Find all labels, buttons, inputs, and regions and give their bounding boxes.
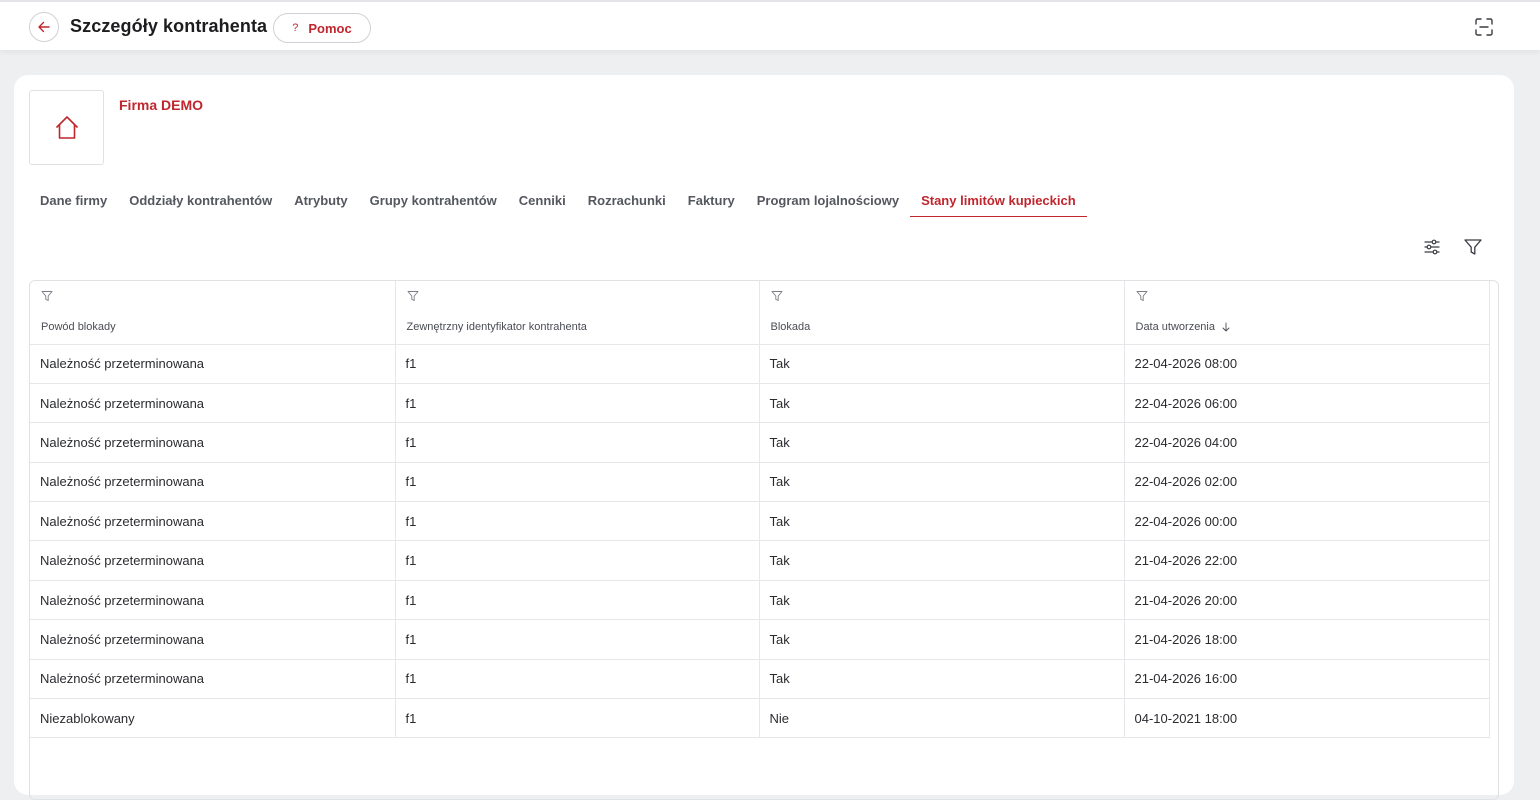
cell-external-id: f1 [395,462,760,503]
table-row[interactable]: Należność przeterminowana f1 Tak 21-04-2026… [30,659,1490,700]
company-name: Firma DEMO [119,97,204,113]
table-row[interactable]: Należność przeterminowana f1 Tak 22-04-2026… [30,462,1490,503]
table-row[interactable]: Należność przeterminowana f1 Tak 22-04-2026… [30,501,1490,542]
tab-settlements[interactable]: Rozrachunki [577,182,677,217]
cell-block: Tak [759,462,1125,503]
contractor-card: Firma DEMO Dane firmy Oddziały kontrahen… [14,75,1514,800]
page-title: Szczegóły kontrahenta [70,16,268,36]
table-row[interactable]: Należność przeterminowana f1 Tak 22-04-2026… [30,422,1490,463]
cell-created-date: 21-04-2026 22:00 [1124,540,1490,581]
fullscreen-button[interactable] [1474,17,1494,37]
cell-block: Tak [759,344,1125,384]
top-bar: Szczegóły kontrahenta ? Pomoc [0,0,1540,50]
cell-reason: Należność przeterminowana [30,659,396,700]
cell-reason: Należność przeterminowana [30,462,396,503]
tab-price-lists[interactable]: Cenniki [508,182,577,217]
table-row[interactable]: Niezablokowany f1 Nie 04-10-2021 18:00 [30,698,1490,739]
filter-button[interactable] [1462,236,1484,258]
tab-attributes[interactable]: Atrybuty [283,182,358,217]
tab-credit-limits[interactable]: Stany limitów kupieckich [910,182,1087,217]
column-label-sortable[interactable]: Data utworzenia [1136,321,1232,333]
tab-groups[interactable]: Grupy kontrahentów [359,182,508,217]
cell-created-date: 21-04-2026 16:00 [1124,659,1490,700]
column-label[interactable]: Blokada [771,321,811,333]
tab-bar: Dane firmy Oddziały kontrahentów Atrybut… [29,182,1087,218]
cell-reason: Należność przeterminowana [30,501,396,542]
cell-external-id: f1 [395,659,760,700]
column-header-created-date: Data utworzenia [1124,281,1490,345]
column-header-external-id: Zewnętrzny identyfikator kontrahenta [395,281,760,345]
table-row[interactable]: Należność przeterminowana f1 Tak 21-04-2026… [30,580,1490,621]
column-label[interactable]: Powód blokady [41,321,116,333]
cell-created-date: 22-04-2026 02:00 [1124,462,1490,503]
cell-created-date: 22-04-2026 00:00 [1124,501,1490,542]
column-filter-icon[interactable] [407,290,419,302]
question-icon: ? [292,22,299,34]
cell-block: Tak [759,619,1125,660]
cell-created-date: 04-10-2021 18:00 [1124,698,1490,739]
cell-reason: Należność przeterminowana [30,344,396,384]
table-row[interactable]: Należność przeterminowana f1 Tak 22-04-2026… [30,383,1490,424]
fullscreen-icon [1475,18,1493,36]
table-row[interactable]: Należność przeterminowana f1 Tak 21-04-2026… [30,619,1490,660]
column-filter-icon[interactable] [771,290,783,302]
cell-block: Tak [759,540,1125,581]
cell-block: Tak [759,422,1125,463]
cell-created-date: 22-04-2026 04:00 [1124,422,1490,463]
cell-reason: Niezablokowany [30,698,396,739]
help-button-label: Pomoc [308,20,352,36]
cell-created-date: 22-04-2026 08:00 [1124,344,1490,384]
cell-external-id: f1 [395,698,760,739]
cell-block: Nie [759,698,1125,739]
cell-external-id: f1 [395,344,760,384]
cell-block: Tak [759,383,1125,424]
cell-reason: Należność przeterminowana [30,540,396,581]
column-filter-icon[interactable] [41,290,53,302]
arrow-left-icon [38,21,50,33]
table-row[interactable]: Należność przeterminowana f1 Tak 21-04-2026… [30,540,1490,581]
column-header-block: Blokada [759,281,1125,345]
company-logo [29,90,104,165]
column-filter-icon[interactable] [1136,290,1148,302]
cell-external-id: f1 [395,501,760,542]
cell-created-date: 21-04-2026 20:00 [1124,580,1490,621]
arrow-down-icon [1222,322,1230,332]
credit-limits-table: Powód blokady Zewnętrzny identyfikator k… [29,280,1499,800]
house-icon [55,115,78,139]
table-header-row: Powód blokady Zewnętrzny identyfikator k… [30,281,1490,345]
sliders-icon [1424,239,1440,255]
cell-external-id: f1 [395,422,760,463]
cell-block: Tak [759,659,1125,700]
tab-branches[interactable]: Oddziały kontrahentów [118,182,283,217]
column-settings-button[interactable] [1421,236,1443,258]
tab-invoices[interactable]: Faktury [677,182,746,217]
cell-external-id: f1 [395,540,760,581]
help-button[interactable]: ? Pomoc [273,13,371,43]
cell-block: Tak [759,580,1125,621]
tab-company-data[interactable]: Dane firmy [29,182,118,217]
table-row[interactable]: Należność przeterminowana f1 Tak 22-04-2026… [30,344,1490,384]
column-label[interactable]: Zewnętrzny identyfikator kontrahenta [407,321,587,333]
column-header-reason: Powód blokady [30,281,396,345]
cell-reason: Należność przeterminowana [30,422,396,463]
cell-reason: Należność przeterminowana [30,580,396,621]
cell-created-date: 21-04-2026 18:00 [1124,619,1490,660]
column-label: Data utworzenia [1135,321,1216,333]
cell-reason: Należność przeterminowana [30,383,396,424]
cell-external-id: f1 [395,619,760,660]
cell-external-id: f1 [395,383,760,424]
cell-external-id: f1 [395,580,760,621]
back-button[interactable] [29,12,59,42]
cell-created-date: 22-04-2026 06:00 [1124,383,1490,424]
table-body: Należność przeterminowana f1 Tak 22-04-2026… [30,344,1490,739]
cell-block: Tak [759,501,1125,542]
tab-loyalty-program[interactable]: Program lojalnościowy [746,182,910,217]
filter-icon [1464,239,1482,255]
cell-reason: Należność przeterminowana [30,619,396,660]
